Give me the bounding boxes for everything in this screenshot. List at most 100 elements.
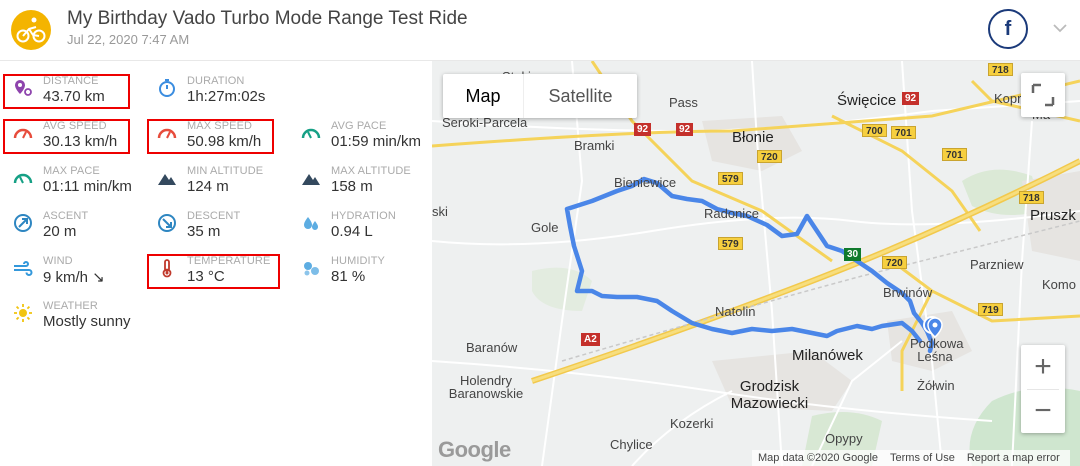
stat-label: HUMIDITY	[331, 255, 385, 267]
stat-max-altitude: MAX ALTITUDE 158 m	[288, 159, 432, 199]
road-shield: 92	[676, 123, 694, 136]
place-label: Żółwin	[917, 378, 955, 393]
place-label: Bramki	[574, 138, 615, 153]
activity-date: Jul 22, 2020 7:47 AM	[67, 32, 190, 47]
map-view-button[interactable]: Map	[443, 74, 523, 118]
stat-value: 01:59 min/km	[331, 133, 422, 150]
stat-value: 1h:27m:02s	[187, 88, 266, 105]
zoom-control: + −	[1021, 345, 1065, 433]
mountain-icon	[156, 167, 178, 189]
stats-panel: DISTANCE 43.70 km DURATION 1h:27m:02s AVG SP…	[0, 61, 432, 466]
place-label: Grodzisk Mazowiecki	[730, 378, 809, 412]
place-label: Opypy	[825, 431, 863, 446]
highlight-box	[147, 254, 280, 289]
road-shield: 92	[634, 123, 652, 136]
highlight-box	[3, 119, 130, 154]
terms-of-use-link[interactable]: Terms of Use	[884, 452, 961, 464]
place-label: Chylice	[610, 437, 653, 452]
stat-label: MIN ALTITUDE	[187, 165, 264, 177]
ascent-icon	[12, 212, 34, 234]
road-shield: 701	[891, 126, 916, 139]
report-map-error-link[interactable]: Report a map error	[961, 452, 1066, 464]
road-shield: 92	[902, 92, 920, 105]
place-label: Kozerki	[670, 416, 714, 431]
road-shield: 718	[988, 63, 1013, 76]
stat-label: HYDRATION	[331, 210, 396, 222]
stat-weather: WEATHER Mostly sunny	[0, 294, 144, 334]
road-shield: 719	[978, 303, 1003, 316]
road-shield: 720	[757, 150, 782, 163]
zoom-out-button[interactable]: −	[1021, 389, 1065, 433]
stat-value: 01:11 min/km	[43, 178, 132, 195]
gauge-icon	[300, 122, 322, 144]
mountain-icon	[300, 167, 322, 189]
place-label: Holendry Baranowskie	[448, 373, 524, 401]
road-shield: A2	[581, 333, 600, 346]
stat-label: ASCENT	[43, 210, 89, 222]
route-map[interactable]: Pass Seroki-Parcela Bramki Błonie Święci…	[432, 61, 1080, 466]
highlight-box	[3, 74, 130, 109]
stat-label: DESCENT	[187, 210, 241, 222]
map-type-toggle: Map Satellite	[443, 74, 637, 118]
activity-header: My Birthday Vado Turbo Mode Range Test R…	[0, 0, 1080, 61]
place-label: Natolin	[715, 304, 756, 319]
place-label: Komo	[1042, 277, 1076, 292]
place-label: Milanówek	[792, 347, 863, 364]
stat-wind: WIND 9 km/h ↘	[0, 249, 144, 289]
stat-value: 81 %	[331, 268, 366, 285]
stat-descent: DESCENT 35 m	[144, 204, 288, 244]
road-shield: 700	[862, 124, 887, 137]
stat-value: 158 m	[331, 178, 373, 195]
fullscreen-icon	[1031, 83, 1055, 107]
map-data-credit: Map data ©2020 Google	[758, 452, 879, 464]
fullscreen-button[interactable]	[1021, 73, 1065, 117]
stat-avg-pace: AVG PACE 01:59 min/km	[288, 114, 432, 154]
cycling-activity-icon	[11, 10, 51, 50]
gauge-icon	[12, 167, 34, 189]
facebook-icon: f	[1004, 17, 1012, 40]
place-label: Bieniewice	[614, 175, 677, 190]
road-shield: 701	[942, 148, 967, 161]
wind-icon	[12, 257, 34, 279]
satellite-view-button[interactable]: Satellite	[523, 74, 637, 118]
stat-label: DURATION	[187, 75, 245, 87]
stat-hydration: HYDRATION 0.94 L	[288, 204, 432, 244]
stat-max-pace: MAX PACE 01:11 min/km	[0, 159, 144, 199]
zoom-in-button[interactable]: +	[1021, 345, 1065, 389]
stat-label: MAX ALTITUDE	[331, 165, 411, 177]
stat-label: AVG PACE	[331, 120, 387, 132]
stopwatch-icon	[156, 77, 178, 99]
stat-value: 124 m	[187, 178, 229, 195]
place-label: Pruszk	[1030, 207, 1076, 224]
stat-value: 20 m	[43, 223, 77, 240]
place-label: Błonie	[732, 129, 774, 146]
place-label: Baranów	[466, 340, 518, 355]
sun-icon	[12, 302, 34, 324]
highlight-box	[147, 119, 274, 154]
stat-ascent: ASCENT 20 m	[0, 204, 144, 244]
road-shield: 579	[718, 237, 743, 250]
place-label: Brwinów	[883, 285, 933, 300]
stat-min-altitude: MIN ALTITUDE 124 m	[144, 159, 288, 199]
stat-humidity: HUMIDITY 81 %	[288, 249, 432, 289]
stat-duration: DURATION 1h:27m:02s	[144, 69, 288, 109]
place-label: Parzniew	[970, 257, 1024, 272]
map-attribution: Map data ©2020 Google Terms of Use Repor…	[752, 450, 1070, 466]
chevron-down-icon[interactable]	[1050, 16, 1070, 40]
stat-value: Mostly sunny	[43, 313, 131, 330]
stat-label: WIND	[43, 255, 73, 267]
road-shield: 720	[882, 256, 907, 269]
place-label: Radonice	[704, 206, 759, 221]
facebook-share-button[interactable]: f	[988, 9, 1028, 49]
place-label: Święcice	[837, 92, 897, 109]
road-shield: 579	[718, 172, 743, 185]
stat-label: WEATHER	[43, 300, 98, 312]
place-label: Gole	[531, 220, 559, 235]
water-drops-icon	[300, 212, 322, 234]
road-shield: 718	[1019, 191, 1044, 204]
place-label: Podkowa Leśna	[910, 336, 964, 364]
humidity-icon	[300, 257, 322, 279]
stat-value: 0.94 L	[331, 223, 373, 240]
place-label: Pass	[669, 95, 698, 110]
descent-icon	[156, 212, 178, 234]
